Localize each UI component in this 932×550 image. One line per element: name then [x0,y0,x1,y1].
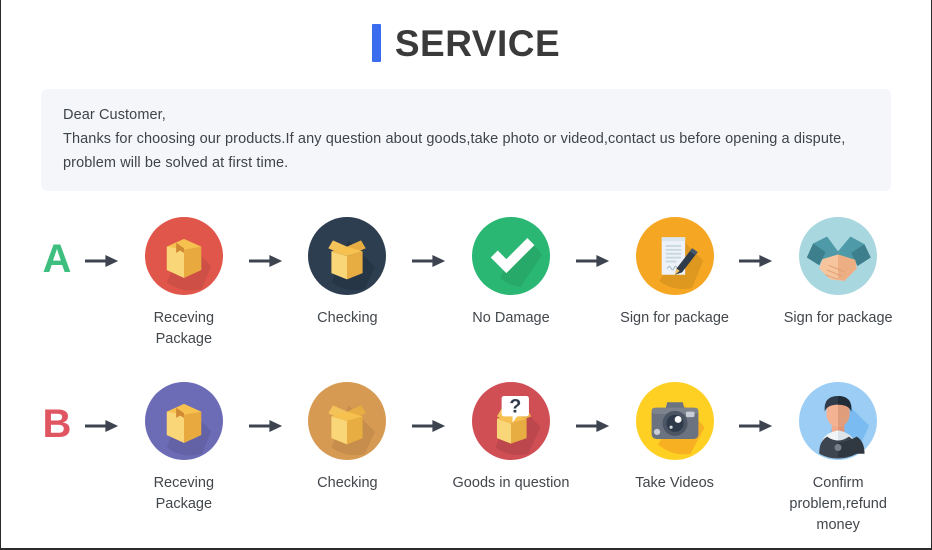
right-arrow-icon [733,217,779,269]
step-label: Sign for package [783,310,893,326]
open-box-tan-icon [308,382,387,460]
step-label: Goods in question [452,475,570,491]
step-label: Checking [317,475,378,491]
step-label: Take Videos [635,475,714,491]
step-b-1: Receving Package [125,382,243,515]
step-a-3: No Damage [452,217,570,329]
camera-yellow-icon [635,382,714,460]
right-arrow-icon [243,382,289,434]
step-a-2: Checking [289,217,407,329]
handshake-blue-icon [799,217,878,295]
step-b-3: ? Goods in question [452,382,570,494]
step-a-5: Sign for package [779,217,897,329]
person-blue-icon [799,382,878,460]
right-arrow-icon [79,382,125,434]
step-label: No Damage [472,310,550,326]
step-b-4: Take Videos [616,382,734,494]
step-label: Receving Package [153,310,215,347]
right-arrow-icon [406,217,452,269]
notice-box: Dear Customer, Thanks for choosing our p… [41,89,891,191]
page-header: SERVICE [1,0,931,62]
step-a-1: Receving Package [125,217,243,350]
step-label: Confirm problem,refund money [789,475,887,533]
step-label: Checking [317,310,378,326]
step-b-5: Confirm problem,refund money [779,382,897,536]
notice-line-3: problem will be solved at first time. [63,155,289,171]
step-b-2: Checking [289,382,407,494]
step-label: Sign for package [620,310,729,326]
question-box-red-icon: ? [471,382,550,460]
closed-box-red-icon [144,217,223,295]
closed-box-purple-icon [144,382,223,460]
right-arrow-icon [406,382,452,434]
flow-row-b: B Receving Package Checking ? Goods in q… [1,382,931,536]
step-a-4: Sign for package [616,217,734,329]
right-arrow-icon [570,217,616,269]
right-arrow-icon [733,382,779,434]
svg-text:?: ? [509,395,521,417]
notice-line-2: Thanks for choosing our products.If any … [63,131,846,147]
page-title: SERVICE [394,22,561,64]
check-green-icon [471,217,550,295]
right-arrow-icon [570,382,616,434]
row-letter-a: A [42,237,72,281]
step-label: Receving Package [153,475,215,512]
title-accent-bar [371,24,381,62]
row-letter-b: B [42,402,72,446]
open-box-navy-icon [308,217,387,295]
flow-row-a: A Receving Package Checking No Damage Si… [1,217,931,350]
document-pen-orange-icon [635,217,714,295]
notice-greeting: Dear Customer, [63,107,166,123]
service-page: SERVICE Dear Customer, Thanks for choosi… [0,0,932,550]
right-arrow-icon [243,217,289,269]
right-arrow-icon [79,217,125,269]
